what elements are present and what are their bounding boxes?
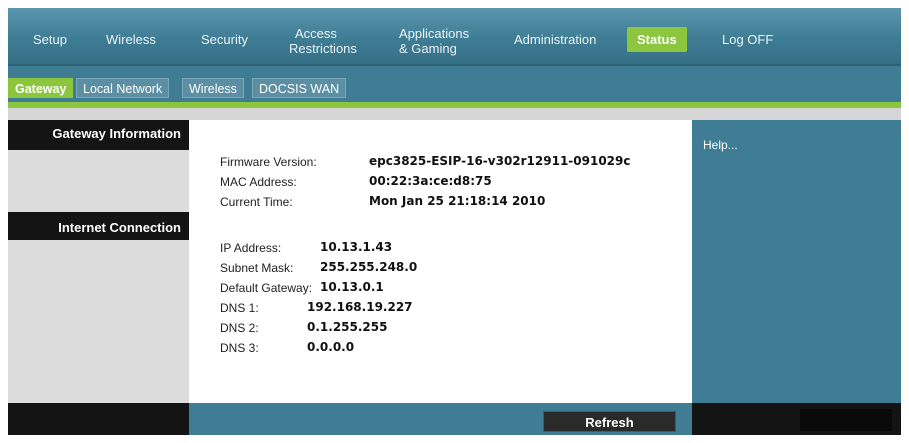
dns3-label: DNS 3: <box>220 341 259 355</box>
subnet-label: Subnet Mask: <box>220 261 294 275</box>
firmware-label: Firmware Version: <box>220 155 317 169</box>
time-value: Mon Jan 25 21:18:14 2010 <box>369 194 546 208</box>
nav-access-line2: Restrictions <box>289 41 357 56</box>
nav-log-off[interactable]: Log OFF <box>722 32 773 47</box>
ip-label: IP Address: <box>220 241 282 255</box>
bottom-bar-right-inset <box>800 409 892 431</box>
tab-gateway[interactable]: Gateway <box>8 78 74 98</box>
nav-apps-line2: & Gaming <box>399 41 457 56</box>
dns2-label: DNS 2: <box>220 321 259 335</box>
subnet-value: 255.255.248.0 <box>320 260 418 274</box>
nav-access-line1: Access <box>295 26 337 41</box>
left-sidebar <box>8 120 189 403</box>
dns3-value: 0.0.0.0 <box>307 340 355 354</box>
default-gateway-label: Default Gateway: <box>220 281 313 295</box>
firmware-value: epc3825-ESIP-16-v302r12911-091029c <box>369 154 631 168</box>
dns1-value: 192.168.19.227 <box>307 300 413 314</box>
bottom-bar-right <box>692 403 901 435</box>
help-panel: Help... <box>692 120 901 403</box>
tab-wireless[interactable]: Wireless <box>182 78 244 98</box>
nav-wireless[interactable]: Wireless <box>106 32 156 47</box>
mac-label: MAC Address: <box>220 175 297 189</box>
tab-docsis-wan[interactable]: DOCSIS WAN <box>252 78 347 98</box>
dns1-label: DNS 1: <box>220 301 259 315</box>
bottom-bar-left <box>8 403 189 435</box>
mac-value: 00:22:3a:ce:d8:75 <box>369 174 492 188</box>
main-panel: Firmware Version: epc3825-ESIP-16-v302r1… <box>189 120 692 403</box>
content-top-border <box>8 108 901 120</box>
internet-connection-header: Internet Connection <box>8 212 189 240</box>
tab-local-network[interactable]: Local Network <box>76 78 170 98</box>
help-link[interactable]: Help... <box>703 138 738 152</box>
refresh-button[interactable]: Refresh <box>543 411 676 432</box>
nav-apps-line1: Applications <box>399 26 470 41</box>
gateway-information-header: Gateway Information <box>8 120 189 150</box>
top-navigation: Setup Wireless Security Access Restricti… <box>8 8 901 66</box>
ip-value: 10.13.1.43 <box>320 240 393 254</box>
dns2-value: 0.1.255.255 <box>307 320 388 334</box>
nav-security[interactable]: Security <box>201 32 248 47</box>
nav-setup[interactable]: Setup <box>33 32 67 47</box>
nav-access-restrictions[interactable]: Access Restrictions <box>289 26 357 56</box>
nav-status[interactable]: Status <box>627 27 687 52</box>
sub-tabs: Gateway Local Network Wireless DOCSIS WA… <box>8 66 901 104</box>
nav-applications-gaming[interactable]: Applications & Gaming <box>399 26 469 56</box>
nav-administration[interactable]: Administration <box>514 32 596 47</box>
default-gateway-value: 10.13.0.1 <box>320 280 384 294</box>
time-label: Current Time: <box>220 195 293 209</box>
